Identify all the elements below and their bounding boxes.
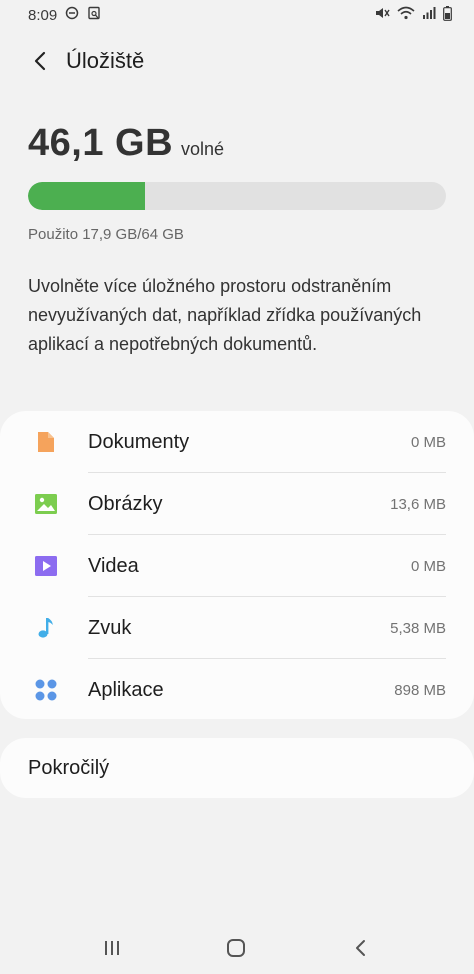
- free-space-label: volné: [181, 139, 225, 159]
- advanced-button[interactable]: Pokročilý: [0, 738, 474, 798]
- signal-icon: [422, 6, 436, 24]
- status-time: 8:09: [28, 6, 58, 24]
- storage-usage-bar: [28, 182, 446, 210]
- category-card: Dokumenty 0 MB Obrázky 13,6 MB Videa 0 M…: [0, 411, 474, 719]
- free-space-amount: 46,1 GB: [28, 122, 174, 164]
- free-space-summary: 46,1 GB volné: [28, 122, 224, 165]
- category-row-images[interactable]: Obrázky 13,6 MB: [0, 473, 474, 535]
- category-row-videos[interactable]: Videa 0 MB: [0, 535, 474, 597]
- status-left: 8:09: [28, 6, 101, 24]
- category-label: Dokumenty: [88, 430, 190, 453]
- battery-icon: [443, 5, 452, 25]
- category-size: 5,38 MB: [390, 619, 446, 637]
- category-label: Zvuk: [88, 616, 132, 639]
- category-size: 13,6 MB: [390, 495, 446, 513]
- category-size: 898 MB: [394, 681, 446, 699]
- storage-usage-fill: [28, 182, 146, 210]
- category-row-audio[interactable]: Zvuk 5,38 MB: [0, 597, 474, 659]
- advanced-label: Pokročilý: [28, 756, 110, 779]
- recents-icon: [105, 941, 119, 955]
- used-space-text: Použito 17,9 GB/64 GB: [28, 226, 184, 243]
- app-bar: Úložiště: [0, 38, 474, 84]
- recents-button[interactable]: [92, 928, 132, 968]
- category-row-apps[interactable]: Aplikace 898 MB: [0, 659, 474, 721]
- screenshot-icon: [87, 6, 101, 24]
- apps-icon: [34, 678, 58, 702]
- category-row-documents[interactable]: Dokumenty 0 MB: [0, 411, 474, 473]
- document-icon: [34, 430, 58, 454]
- nav-back-button[interactable]: [340, 928, 380, 968]
- page-title: Úložiště: [66, 48, 145, 73]
- image-icon: [34, 492, 58, 516]
- status-right: [374, 5, 452, 25]
- chevron-left-icon: [34, 51, 46, 71]
- category-label: Obrázky: [88, 492, 163, 515]
- category-size: 0 MB: [410, 433, 446, 451]
- category-label: Videa: [88, 554, 139, 577]
- category-size: 0 MB: [410, 557, 446, 575]
- dnd-icon: [65, 6, 79, 24]
- home-button[interactable]: [216, 928, 256, 968]
- category-label: Aplikace: [88, 678, 164, 701]
- music-icon: [34, 616, 58, 640]
- wifi-icon: [397, 6, 415, 24]
- status-bar: 8:09: [0, 0, 474, 30]
- storage-description: Uvolněte více úložného prostoru odstraně…: [28, 276, 422, 354]
- home-icon: [227, 939, 245, 957]
- navigation-bar: [0, 924, 474, 972]
- back-icon: [356, 940, 365, 956]
- mute-icon: [374, 6, 390, 24]
- back-button[interactable]: [18, 39, 62, 83]
- video-icon: [34, 554, 58, 578]
